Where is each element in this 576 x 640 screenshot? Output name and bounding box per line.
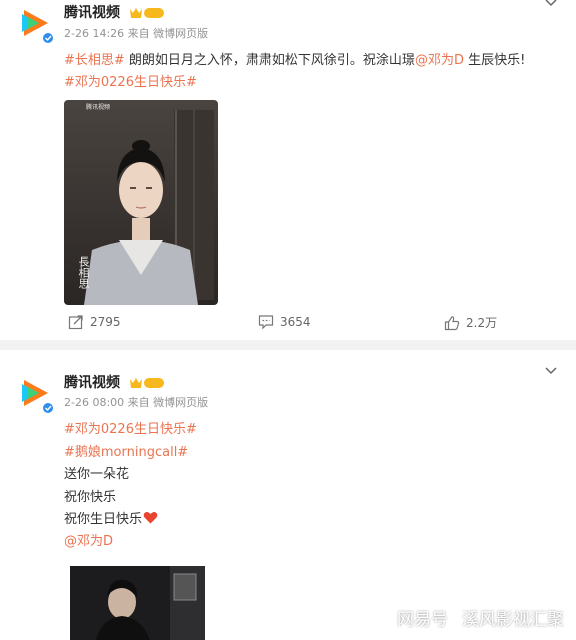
hashtag-link[interactable]: #邓为0226生日快乐# bbox=[64, 75, 197, 90]
share-icon bbox=[68, 315, 83, 330]
post-text: 朗朗如日月之入怀，肃肃如松下风徐引。祝涂山璟 bbox=[124, 53, 415, 68]
post-text-line: @邓为D bbox=[64, 530, 113, 549]
watermark-divider bbox=[454, 612, 456, 628]
chevron-down-icon[interactable] bbox=[544, 366, 558, 376]
comment-button[interactable]: 3654 bbox=[258, 314, 311, 330]
post-text-line: 祝你生日快乐 bbox=[64, 508, 158, 527]
drama-title-text: 長相思 bbox=[77, 256, 90, 289]
mention-link[interactable]: @邓为D bbox=[415, 53, 464, 68]
watermark-source: 网易号 bbox=[397, 610, 448, 630]
post-image[interactable]: 腾讯视频 長相思 bbox=[64, 100, 218, 305]
post-time-source: 2-26 08:00 来自 微博网页版 bbox=[64, 396, 209, 409]
author-name[interactable]: 腾讯视频 bbox=[64, 375, 120, 391]
mention-link[interactable]: @邓为D bbox=[64, 534, 113, 549]
post-text: 祝你生日快乐 bbox=[64, 512, 143, 527]
post-text-line: #长相思# 朗朗如日月之入怀，肃肃如松下风徐引。祝涂山璟@邓为D 生辰快乐! bbox=[64, 49, 525, 68]
hashtag-link[interactable]: #鹅娘morningcall# bbox=[64, 445, 188, 460]
netease-watermark: 网易号 溪风影视汇聚 bbox=[397, 605, 564, 630]
post-image[interactable] bbox=[70, 566, 205, 640]
like-button[interactable]: 2.2万 bbox=[444, 314, 497, 331]
tencent-video-avatar[interactable] bbox=[14, 372, 56, 414]
post-text-line: #邓为0226生日快乐# bbox=[64, 71, 197, 90]
post-text-line: #邓为0226生日快乐# bbox=[64, 418, 197, 437]
thumbs-up-icon bbox=[444, 315, 460, 330]
post-text: 祝你快乐 bbox=[64, 490, 117, 505]
tencent-video-avatar[interactable] bbox=[14, 2, 56, 44]
post-text: 送你一朵花 bbox=[64, 467, 130, 482]
hashtag-link[interactable]: #长相思# bbox=[64, 53, 125, 68]
comment-icon bbox=[258, 315, 274, 330]
post-text: 生辰快乐! bbox=[463, 53, 526, 68]
weibo-post-1: 腾讯视频 2-26 14:26 来自 微博网页版 #长相思# 朗朗如日月之入怀，… bbox=[0, 0, 576, 340]
vip-crown-icon bbox=[129, 378, 164, 388]
post-separator bbox=[0, 340, 576, 350]
post-time-source: 2-26 14:26 来自 微博网页版 bbox=[64, 27, 209, 40]
author-name[interactable]: 腾讯视频 bbox=[64, 5, 120, 21]
comment-count: 3654 bbox=[280, 315, 311, 329]
post-text-line: #鹅娘morningcall# bbox=[64, 441, 188, 460]
vip-crown-icon bbox=[129, 8, 164, 18]
share-button[interactable]: 2795 bbox=[68, 314, 121, 330]
hashtag-link[interactable]: #邓为0226生日快乐# bbox=[64, 422, 197, 437]
image-corner-text: 腾讯视频 bbox=[86, 104, 111, 111]
watermark-account: 溪风影视汇聚 bbox=[462, 610, 564, 630]
chevron-down-icon[interactable] bbox=[544, 0, 558, 8]
like-count: 2.2万 bbox=[466, 316, 498, 330]
red-heart-icon bbox=[143, 512, 158, 524]
actor-photo-image bbox=[70, 566, 205, 640]
share-count: 2795 bbox=[90, 315, 121, 329]
